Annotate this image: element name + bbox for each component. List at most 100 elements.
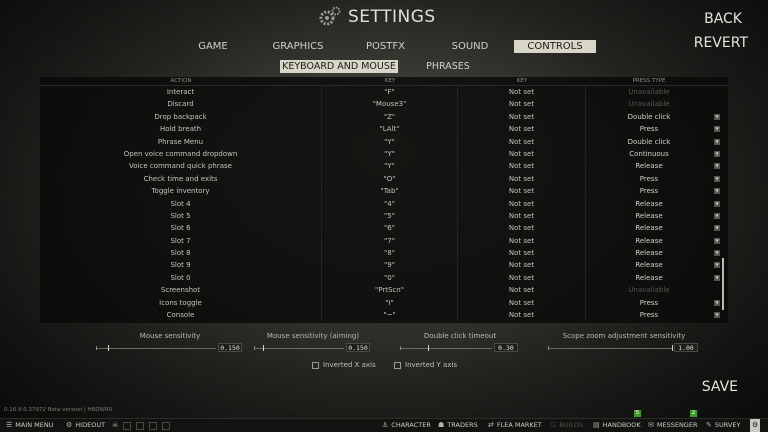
dropdown-arrow-icon[interactable]: ▼ [714, 138, 720, 145]
press-type-cell[interactable]: Release ▼ [586, 160, 720, 172]
press-type-cell[interactable]: Double click ▼ [586, 136, 720, 148]
table-row[interactable]: Console "~" Not set Press ▼ [40, 309, 728, 322]
alt-key-cell[interactable]: Not set [458, 172, 586, 186]
press-type-cell[interactable]: Release ▼ [586, 210, 720, 222]
press-type-cell[interactable]: Continuous ▼ [586, 148, 720, 160]
dropdown-arrow-icon[interactable]: ▼ [714, 175, 720, 182]
slider-value-input[interactable]: 0.150 [346, 343, 370, 352]
inverted-x-checkbox[interactable]: Inverted X axis [312, 361, 376, 369]
key-cell[interactable]: "Mouse3" [322, 98, 458, 111]
checkbox-box[interactable] [394, 361, 401, 369]
alt-key-cell[interactable]: Not set [458, 209, 586, 223]
table-row[interactable]: Check time and exits "O" Not set Press ▼ [40, 172, 728, 186]
press-type-cell[interactable]: Release ▼ [586, 259, 720, 271]
alt-key-cell[interactable]: Not set [458, 296, 586, 310]
key-cell[interactable]: "5" [322, 209, 458, 223]
table-row[interactable]: Icons toggle "I" Not set Press ▼ [40, 296, 728, 310]
slider-track[interactable] [548, 348, 672, 349]
subtab-keyboard-mouse[interactable]: KEYBOARD AND MOUSE [280, 60, 398, 73]
tab-sound[interactable]: SOUND [451, 40, 489, 53]
press-type-cell[interactable]: Press ▼ [586, 173, 720, 185]
tab-graphics[interactable]: GRAPHICS [272, 40, 324, 53]
dropdown-arrow-icon[interactable]: ▼ [714, 312, 720, 319]
alt-key-cell[interactable]: Not set [458, 86, 586, 99]
table-row[interactable]: Open voice command dropdown "Y" Not set Con… [40, 147, 728, 161]
flea-market-button[interactable]: ⇄ FLEA MARKET [488, 419, 542, 432]
table-row[interactable]: Interact "F" Not set Unavailable [40, 86, 728, 99]
dropdown-arrow-icon[interactable]: ▼ [714, 237, 720, 244]
alt-key-cell[interactable]: Not set [458, 135, 586, 148]
subtab-phrases[interactable]: PHRASES [426, 60, 470, 73]
save-button[interactable]: SAVE [702, 379, 738, 395]
table-row[interactable]: Slot 5 "5" Not set Release ▼ [40, 209, 728, 223]
key-cell[interactable]: "Z" [322, 110, 458, 124]
alt-key-cell[interactable]: Not set [458, 123, 586, 136]
slider-handle[interactable] [672, 345, 673, 351]
key-cell[interactable]: "9" [322, 259, 458, 272]
press-type-cell[interactable]: Release ▼ [586, 235, 720, 247]
slider-track[interactable] [254, 348, 344, 349]
press-type-cell[interactable]: Release ▼ [586, 198, 720, 210]
slider-handle[interactable] [263, 345, 264, 351]
alt-key-cell[interactable]: Not set [458, 185, 586, 198]
alt-key-cell[interactable]: Not set [458, 147, 586, 161]
inverted-y-checkbox[interactable]: Inverted Y axis [394, 361, 457, 369]
table-row[interactable]: Voice command quick phrase "Y" Not set Rele… [40, 160, 728, 173]
alt-key-cell[interactable]: Not set [458, 247, 586, 260]
dropdown-arrow-icon[interactable]: ▼ [714, 126, 720, 133]
table-row[interactable]: Slot 8 "8" Not set Release ▼ [40, 247, 728, 260]
key-cell[interactable]: "I" [322, 296, 458, 310]
dropdown-arrow-icon[interactable]: ▼ [714, 150, 720, 157]
slot-box[interactable] [136, 421, 145, 430]
slider-value-input[interactable]: 1.00 [674, 343, 698, 352]
key-cell[interactable]: "4" [322, 197, 458, 210]
alt-key-cell[interactable]: Not set [458, 197, 586, 210]
dropdown-arrow-icon[interactable]: ▼ [714, 299, 720, 306]
checkbox-box[interactable] [312, 361, 319, 369]
table-row[interactable]: Drop backpack "Z" Not set Double click ▼ [40, 110, 728, 124]
key-cell[interactable]: "F" [322, 86, 458, 99]
table-row[interactable]: Screenshot "PrtScn" Not set Unavailable [40, 284, 728, 297]
dropdown-arrow-icon[interactable]: ▼ [714, 250, 720, 257]
alt-key-cell[interactable]: Not set [458, 309, 586, 322]
table-row[interactable]: Slot 9 "9" Not set Release ▼ [40, 259, 728, 272]
slider-track[interactable] [96, 348, 216, 349]
slider-handle[interactable] [428, 345, 429, 351]
settings-button[interactable]: ⚙ [750, 419, 761, 432]
table-scrollbar[interactable] [722, 258, 724, 310]
handbook-button[interactable]: ▤ HANDBOOK [593, 419, 641, 432]
alt-key-cell[interactable]: Not set [458, 284, 586, 297]
table-row[interactable]: Slot 0 "0" Not set Release ▼ [40, 271, 728, 285]
press-type-cell[interactable]: Press ▼ [586, 309, 720, 321]
alt-key-cell[interactable]: Not set [458, 234, 586, 248]
key-cell[interactable]: "PrtScn" [322, 284, 458, 297]
messenger-button[interactable]: ✉ MESSENGER [648, 419, 697, 432]
survey-button[interactable]: ✎ SURVEY [706, 419, 740, 432]
dropdown-arrow-icon[interactable]: ▼ [714, 212, 720, 219]
key-cell[interactable]: "Y" [322, 160, 458, 173]
tab-game[interactable]: GAME [198, 40, 228, 53]
slot-box[interactable] [149, 421, 158, 430]
table-row[interactable]: Slot 7 "7" Not set Release ▼ [40, 234, 728, 248]
back-button[interactable]: BACK [704, 11, 742, 27]
key-cell[interactable]: "Y" [322, 147, 458, 161]
key-cell[interactable]: "8" [322, 247, 458, 260]
key-cell[interactable]: "~" [322, 309, 458, 322]
press-type-cell[interactable]: Release ▼ [586, 272, 720, 284]
dropdown-arrow-icon[interactable]: ▼ [714, 262, 720, 269]
alt-key-cell[interactable]: Not set [458, 259, 586, 272]
traders-button[interactable]: ☗ TRADERS [438, 419, 478, 432]
table-row[interactable]: Hold breath "LAlt" Not set Press ▼ [40, 123, 728, 136]
dropdown-arrow-icon[interactable]: ▼ [714, 225, 720, 232]
main-menu-button[interactable]: ☰ MAIN MENU [6, 419, 54, 432]
tab-postfx[interactable]: POSTFX [366, 40, 405, 53]
key-cell[interactable]: "O" [322, 172, 458, 186]
alt-key-cell[interactable]: Not set [458, 271, 586, 285]
dropdown-arrow-icon[interactable]: ▼ [714, 200, 720, 207]
slider-track[interactable] [400, 348, 492, 349]
alt-key-cell[interactable]: Not set [458, 222, 586, 235]
dropdown-arrow-icon[interactable]: ▼ [714, 113, 720, 120]
press-type-cell[interactable]: Release ▼ [586, 222, 720, 234]
slider-value-input[interactable]: 0.150 [218, 343, 242, 352]
alt-key-cell[interactable]: Not set [458, 110, 586, 124]
